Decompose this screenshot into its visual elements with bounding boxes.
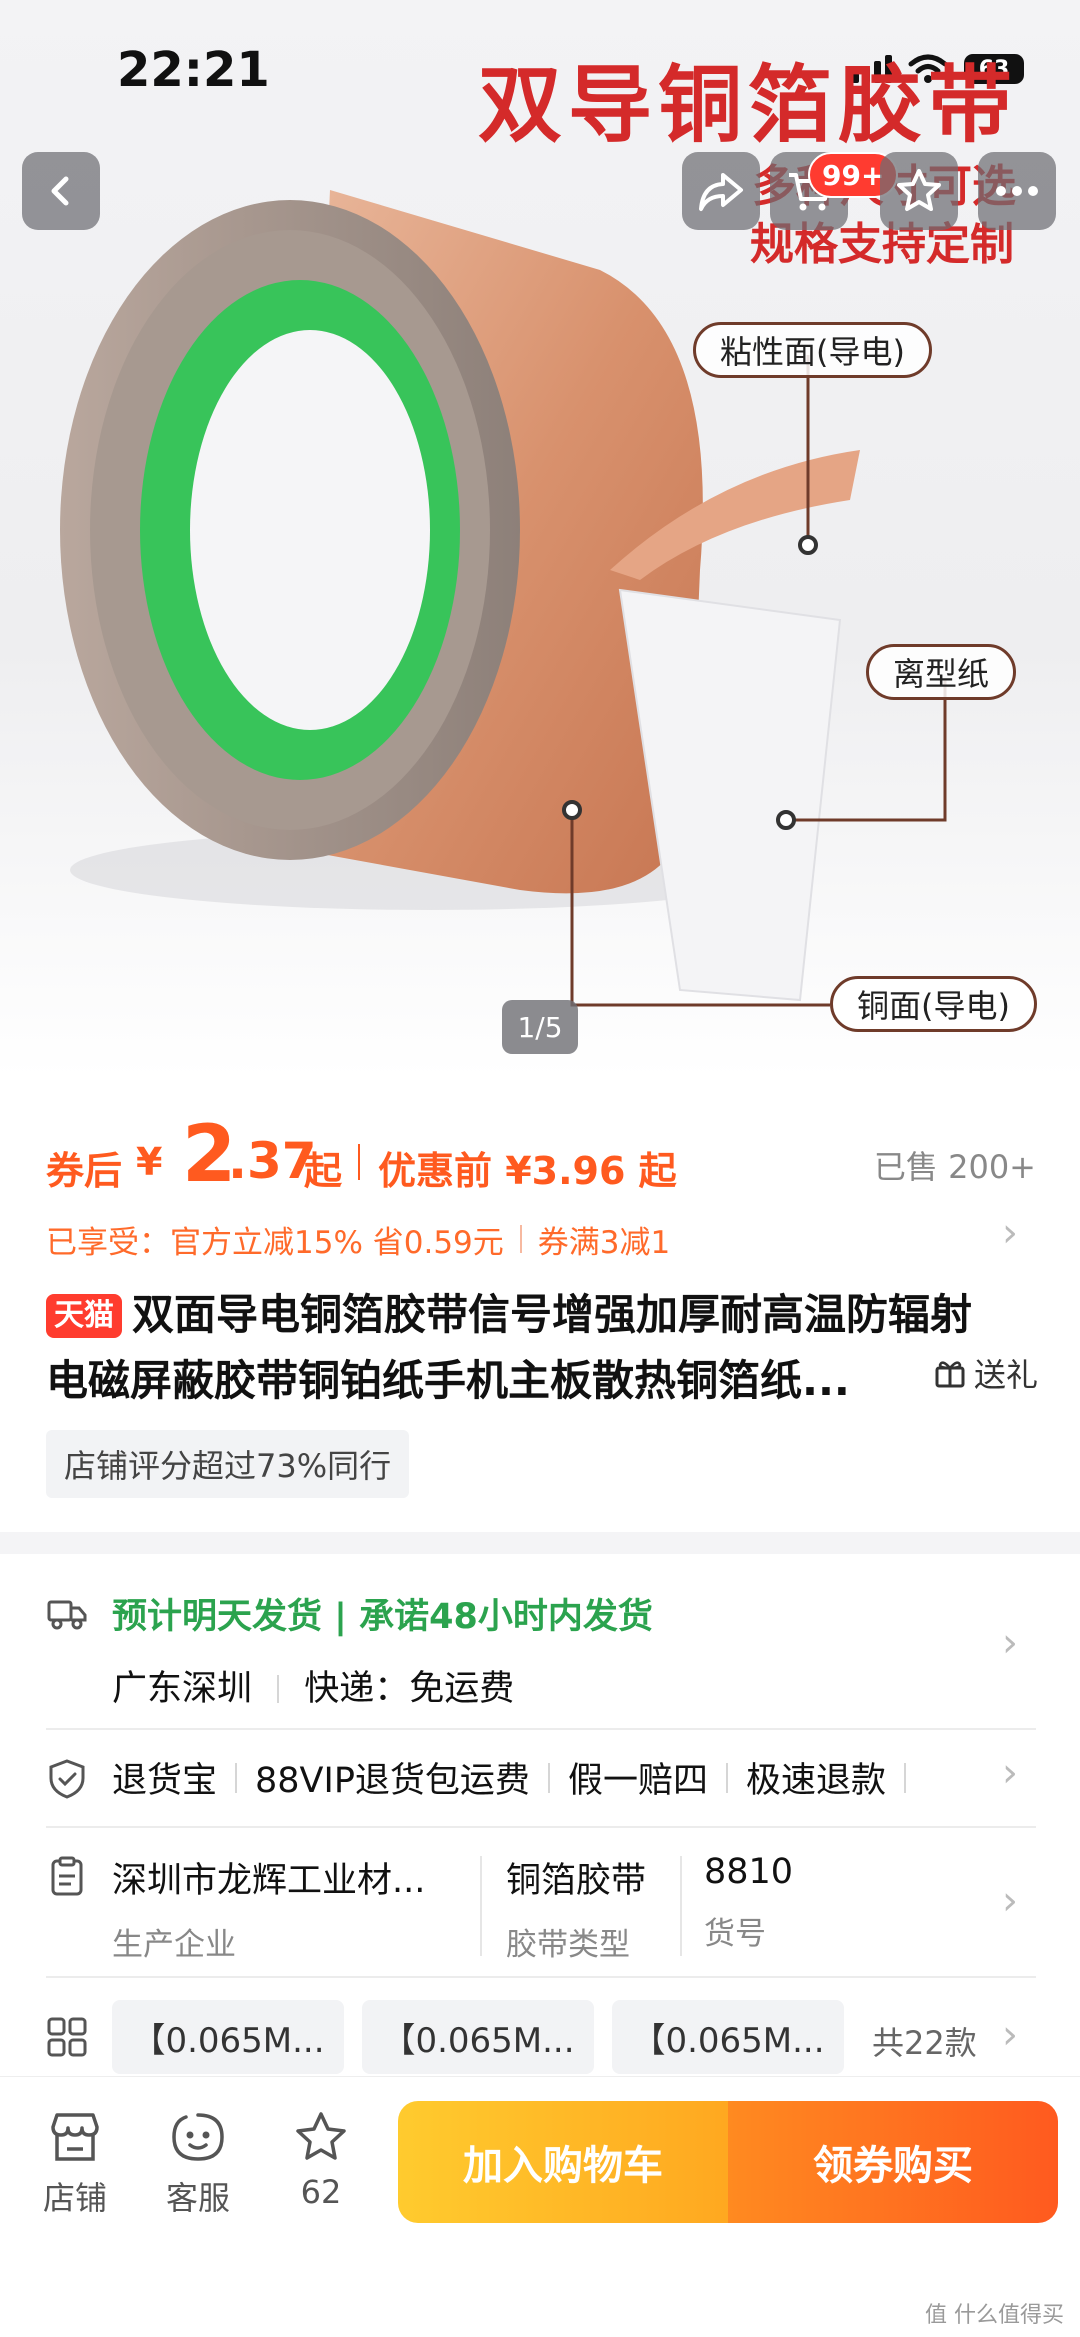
customer-service-tab[interactable]: 客服 (153, 2107, 243, 2219)
grid-icon (47, 2017, 87, 2057)
price-suffix: 起 (304, 1149, 343, 1193)
benefit-official-discount: 已享受：官方立减15% 省0.59元 (46, 1224, 504, 1261)
favorite-tab[interactable]: 62 (276, 2107, 366, 2211)
product-title-line2: 电磁屏蔽胶带铜铂纸手机主板散热铜箔纸... (46, 1356, 850, 1405)
callout-adhesive: 粘性面(导电) (693, 322, 932, 378)
attribute-key: 胶带类型 (506, 1927, 630, 1963)
chevron-right-icon: › (1002, 1878, 1018, 1924)
guarantee-item: 退货宝 (112, 1761, 218, 1801)
share-icon (699, 173, 743, 211)
shipping-express: 快递：免运费 (304, 1669, 515, 1709)
divider (46, 1728, 1036, 1730)
sku-option[interactable]: 【0.065M... (612, 2000, 844, 2074)
guarantee-row[interactable]: 退货宝 88VIP退货包运费 假一赔四 极速退款 (112, 1752, 924, 1803)
delivery-truck-icon (47, 1600, 87, 1630)
store-label: 店铺 (42, 2179, 107, 2217)
attribute-manufacturer[interactable]: 深圳市龙辉工业材... 生产企业 (112, 1852, 425, 1964)
attribute-value: 铜箔胶带 (506, 1861, 647, 1901)
share-button[interactable] (682, 152, 760, 230)
sku-option[interactable]: 【0.065M... (112, 2000, 344, 2074)
guarantee-divider (725, 1762, 728, 1793)
price-currency: ¥ (136, 1140, 163, 1184)
star-icon (296, 2112, 346, 2160)
divider (46, 1826, 1036, 1828)
attribute-key: 生产企业 (112, 1927, 236, 1963)
guarantee-item: 假一赔四 (567, 1761, 708, 1801)
guarantee-item: 极速退款 (745, 1761, 886, 1801)
star-icon (897, 169, 941, 211)
divider (46, 1976, 1036, 1978)
sku-option[interactable]: 【0.065M... (362, 2000, 594, 2074)
add-to-cart-button[interactable]: 加入购物车 (398, 2101, 728, 2223)
gift-icon (935, 1361, 965, 1388)
chevron-left-icon (51, 176, 69, 206)
chevron-right-icon: › (1002, 2012, 1018, 2058)
attribute-divider (680, 1856, 682, 1956)
document-icon (51, 1856, 83, 1896)
price-label: 券后 (46, 1149, 123, 1193)
product-image-carousel[interactable]: 22:21 63 双导铜箔胶带 多种尺寸可选 规格支持定制 (0, 0, 1080, 1078)
store-icon (51, 2113, 99, 2161)
sku-count[interactable]: 共22款 (872, 2018, 977, 2064)
product-page: 22:21 63 双导铜箔胶带 多种尺寸可选 规格支持定制 (0, 0, 1080, 2337)
favorite-count: 62 (300, 2173, 342, 2211)
chevron-right-icon: › (1002, 1620, 1018, 1666)
watermark: 值 什么值得买 (925, 2303, 1064, 2328)
more-dots-icon (996, 186, 1038, 196)
gift-button[interactable]: 送礼 (934, 1350, 1038, 1396)
callout-release-paper: 离型纸 (866, 644, 1017, 700)
back-button[interactable] (22, 152, 100, 230)
store-tab[interactable]: 店铺 (30, 2107, 120, 2219)
guarantee-divider (235, 1762, 238, 1793)
attribute-value: 深圳市龙辉工业材... (112, 1861, 426, 1901)
price-row: 券后 ¥ 2 .37 起 优惠前 ¥3.96 起 已售 200+ (46, 1110, 1036, 1200)
coupon-buy-button[interactable]: 领券购买 (728, 2101, 1058, 2223)
attribute-divider (480, 1856, 482, 1956)
shield-check-icon (49, 1759, 85, 1799)
copper-tape-image (60, 190, 947, 1007)
bottom-action-bar: 店铺 客服 62 加入购物车 领券购买 值 什么值得买 (0, 2076, 1080, 2337)
attribute-value: 8810 (704, 1852, 794, 1892)
discount-benefit-row[interactable]: 已享受：官方立减15% 省0.59元 券满3减1 (46, 1214, 1036, 1264)
product-title: 天猫 双面导电铜箔胶带信号增强加厚耐高温防辐射 电磁屏蔽胶带铜铂纸手机主板散热铜箔… (46, 1282, 1036, 1414)
callout-copper-side: 铜面(导电) (830, 976, 1037, 1032)
more-button[interactable] (978, 152, 1056, 230)
shipping-origin-row[interactable]: 广东深圳 快递：免运费 (112, 1660, 514, 1711)
guarantee-item: 88VIP退货包运费 (255, 1761, 530, 1801)
benefit-divider (519, 1225, 522, 1253)
shipping-origin: 广东深圳 (112, 1669, 253, 1709)
guarantee-divider (903, 1762, 906, 1793)
smile-chat-icon (172, 2113, 224, 2161)
customer-service-label: 客服 (165, 2179, 230, 2217)
sold-count: 已售 200+ (873, 1148, 1036, 1186)
gift-label: 送礼 (973, 1356, 1038, 1394)
tmall-badge: 天猫 (46, 1294, 122, 1338)
status-time: 22:21 (117, 42, 270, 98)
product-title-line1: 双面导电铜箔胶带信号增强加厚耐高温防辐射 (132, 1290, 973, 1339)
price-divider (358, 1144, 360, 1180)
guarantee-divider (547, 1762, 550, 1793)
shipping-divider (277, 1675, 280, 1703)
image-pager: 1/5 (502, 1000, 578, 1054)
chevron-right-icon: › (1002, 1210, 1018, 1256)
store-rating-tag[interactable]: 店铺评分超过73%同行 (46, 1430, 410, 1498)
attribute-key: 货号 (704, 1916, 766, 1952)
benefit-coupon: 券满3减1 (537, 1224, 671, 1261)
hero-headline: 双导铜箔胶带 (478, 56, 1019, 154)
attribute-tape-type[interactable]: 铜箔胶带 胶带类型 (506, 1852, 646, 1964)
price-before-discount: 优惠前 ¥3.96 起 (378, 1149, 677, 1193)
section-gap (0, 1532, 1080, 1554)
favorite-button[interactable] (880, 152, 958, 230)
attribute-item-number[interactable]: 8810 货号 (704, 1852, 793, 1953)
shipping-estimate: 预计明天发货 | 承诺48小时内发货 (112, 1597, 653, 1637)
chevron-right-icon: › (1002, 1750, 1018, 1796)
